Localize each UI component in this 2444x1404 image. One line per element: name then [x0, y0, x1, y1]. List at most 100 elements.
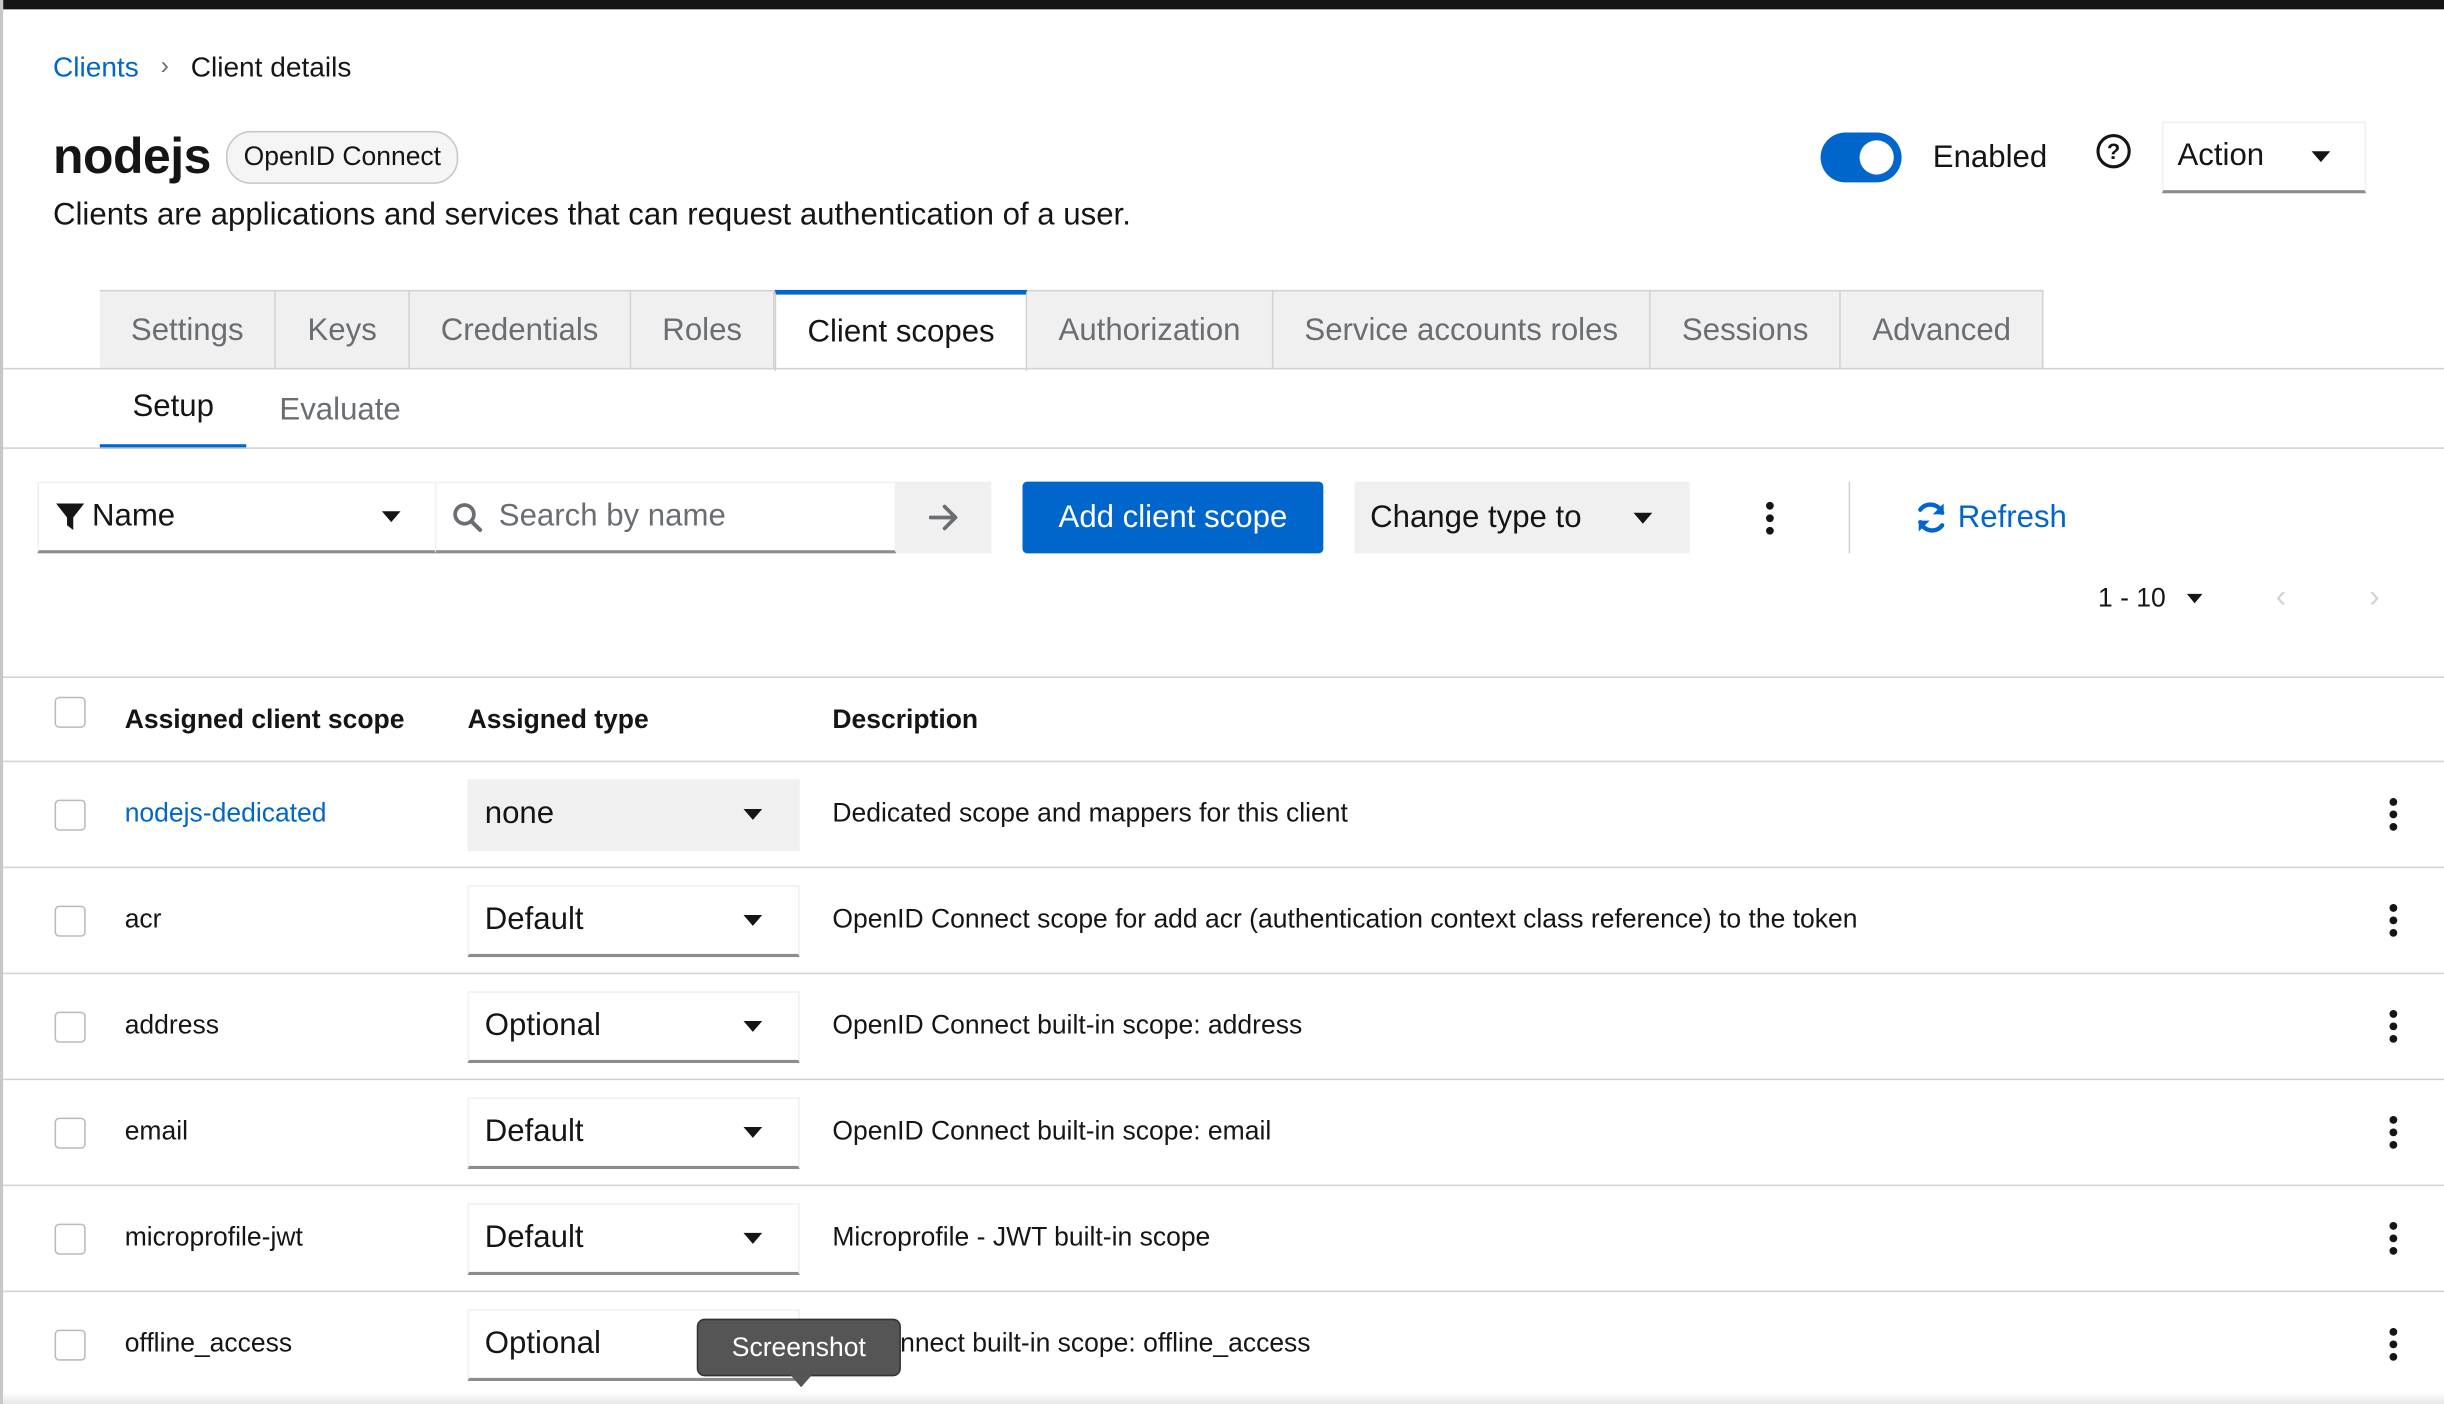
filter-label: Name — [91, 498, 176, 534]
row-checkbox[interactable] — [54, 905, 86, 937]
row-kebab-icon[interactable] — [2389, 790, 2398, 837]
scope-description: OpenID Connect built-in scope: email — [832, 1116, 1272, 1146]
row-checkbox[interactable] — [54, 1329, 86, 1361]
search-icon — [453, 502, 483, 532]
toggle-track[interactable] — [1820, 132, 1902, 183]
chevron-left-icon[interactable]: ‹ — [2276, 580, 2286, 616]
tab-keys[interactable]: Keys — [276, 289, 410, 370]
tab-credentials[interactable]: Credentials — [409, 289, 632, 370]
pagination-toggle[interactable]: 1 - 10 — [2098, 580, 2204, 617]
caret-down-icon — [2187, 593, 2204, 604]
row-checkbox[interactable] — [54, 1117, 86, 1149]
tab-sessions[interactable]: Sessions — [1650, 289, 1842, 370]
row-kebab-icon[interactable] — [2389, 1108, 2398, 1155]
change-type-dropdown[interactable]: Change type to — [1354, 481, 1690, 554]
row-kebab-icon[interactable] — [2389, 1002, 2398, 1049]
subtabs-divider — [3, 447, 2444, 449]
table-row: microprofile-jwt Default Microprofile - … — [3, 1184, 2444, 1291]
scope-name: address — [124, 1010, 219, 1040]
chevron-right-icon[interactable]: › — [2369, 580, 2379, 616]
caret-down-icon — [743, 914, 763, 926]
top-bar — [3, 0, 2444, 10]
row-checkbox[interactable] — [54, 799, 86, 831]
tabs-divider — [3, 367, 2444, 370]
assigned-type-select[interactable]: Default — [467, 1097, 800, 1170]
breadcrumb-clients-link[interactable]: Clients — [53, 51, 139, 84]
tab-roles[interactable]: Roles — [631, 289, 775, 370]
tab-authorization[interactable]: Authorization — [1027, 289, 1274, 370]
enabled-switch[interactable]: Enabled — [1820, 132, 2048, 183]
caret-down-icon — [2311, 151, 2331, 163]
table-row: offline_access Optional ID Connect built… — [3, 1290, 2444, 1397]
scope-name: acr — [124, 904, 162, 934]
toggle-knob — [1859, 140, 1894, 175]
search-input[interactable] — [498, 498, 873, 535]
enabled-label: Enabled — [1932, 139, 2048, 174]
refresh-button[interactable]: Refresh — [1914, 493, 2067, 543]
add-client-scope-button[interactable]: Add client scope — [1022, 481, 1324, 554]
help-icon[interactable]: ? — [2096, 134, 2131, 169]
subtab-evaluate[interactable]: Evaluate — [247, 371, 434, 449]
caret-down-icon — [743, 808, 763, 820]
page-header: nodejs OpenID Connect — [52, 127, 459, 186]
assigned-type-value: Optional — [484, 1326, 601, 1361]
assigned-type-select[interactable]: Optional — [467, 991, 800, 1064]
scope-name: email — [124, 1116, 189, 1146]
column-header-scope[interactable]: Assigned client scope — [125, 705, 405, 736]
scope-name: microprofile-jwt — [124, 1222, 303, 1252]
page-title: nodejs — [52, 127, 211, 184]
assigned-type-value: none — [484, 796, 555, 831]
filter-lead: Name — [55, 498, 176, 535]
scope-description: OpenID Connect built-in scope: address — [832, 1010, 1303, 1040]
screenshot-tooltip: Screenshot — [696, 1318, 901, 1388]
column-header-type[interactable]: Assigned type — [468, 705, 649, 736]
arrow-right-icon — [928, 504, 957, 531]
refresh-label: Refresh — [1957, 499, 2067, 534]
tab-client-scopes[interactable]: Client scopes — [774, 289, 1028, 371]
assigned-type-value: Default — [484, 1220, 584, 1255]
column-header-description: Description — [832, 704, 979, 735]
action-dropdown[interactable]: Action — [2161, 121, 2367, 194]
table-row: nodejs-dedicated none Dedicated scope an… — [3, 760, 2444, 867]
action-label: Action — [2177, 138, 2265, 174]
caret-down-icon — [743, 1232, 763, 1244]
filter-dropdown[interactable]: Name — [37, 481, 437, 554]
row-kebab-icon[interactable] — [2389, 1214, 2398, 1261]
row-checkbox[interactable] — [54, 1011, 86, 1043]
row-checkbox[interactable] — [54, 1223, 86, 1255]
refresh-icon — [1918, 502, 1945, 533]
scope-description: Microprofile - JWT built-in scope — [832, 1222, 1211, 1252]
assigned-type-select[interactable]: Default — [467, 1203, 800, 1276]
search-submit-button[interactable] — [896, 481, 992, 554]
client-scopes-subtabs: Setup Evaluate — [99, 371, 434, 449]
table-top-border — [3, 676, 2444, 679]
filter-icon — [56, 502, 85, 530]
caret-down-icon — [1633, 512, 1653, 523]
select-all-checkbox[interactable] — [54, 696, 86, 728]
table-row: acr Default OpenID Connect scope for add… — [3, 866, 2444, 973]
subtab-setup[interactable]: Setup — [99, 371, 247, 449]
assigned-type-select[interactable]: Default — [467, 885, 800, 958]
breadcrumb-current: Client details — [190, 50, 352, 82]
scope-name: offline_access — [124, 1328, 293, 1358]
tab-advanced[interactable]: Advanced — [1841, 289, 2044, 370]
scope-name-link[interactable]: nodejs-dedicated — [125, 798, 327, 829]
toolbar-kebab-icon[interactable] — [1749, 482, 1790, 554]
tab-settings[interactable]: Settings — [99, 289, 277, 370]
scope-description: OpenID Connect scope for add acr (authen… — [832, 904, 1858, 934]
change-type-label: Change type to — [1370, 499, 1582, 534]
breadcrumb: Clients › Client details — [53, 48, 351, 85]
protocol-badge: OpenID Connect — [226, 130, 459, 184]
scope-description: ID Connect built-in scope: offline_acces… — [832, 1328, 1311, 1358]
assigned-type-value: Default — [484, 1114, 584, 1149]
row-kebab-icon[interactable] — [2389, 1320, 2398, 1367]
table-row: email Default OpenID Connect built-in sc… — [3, 1078, 2444, 1185]
assigned-type-value: Default — [484, 902, 584, 937]
row-kebab-icon[interactable] — [2389, 896, 2398, 943]
caret-down-icon — [381, 511, 401, 523]
scope-description: Dedicated scope and mappers for this cli… — [832, 798, 1348, 828]
pagination-range: 1 - 10 — [2098, 582, 2166, 613]
chevron-right-icon: › — [160, 52, 169, 80]
tab-service-accounts-roles[interactable]: Service accounts roles — [1273, 289, 1651, 370]
page-subtitle: Clients are applications and services th… — [52, 197, 1131, 233]
